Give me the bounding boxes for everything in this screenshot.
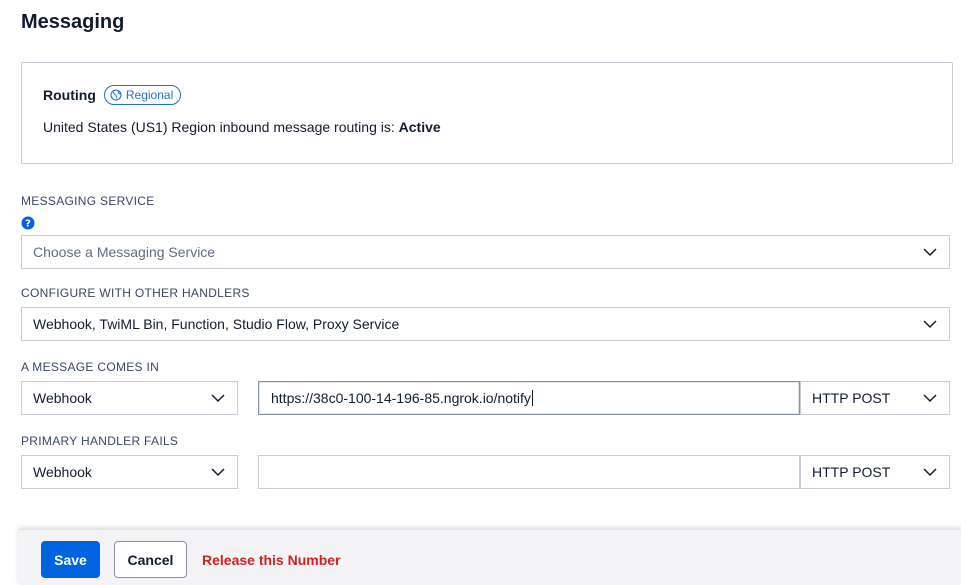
primary-handler-fails-label: PRIMARY HANDLER FAILS xyxy=(21,434,179,448)
release-number-link[interactable]: Release this Number xyxy=(202,552,341,568)
configure-handlers-value: Webhook, TwiML Bin, Function, Studio Flo… xyxy=(33,316,400,332)
routing-status-value: Active xyxy=(398,119,441,135)
message-comes-in-type-value: Webhook xyxy=(33,390,92,406)
messaging-service-select[interactable]: Choose a Messaging Service xyxy=(21,235,950,269)
message-comes-in-url-value: https://38c0-100-14-196-85.ngrok.io/noti… xyxy=(271,390,531,406)
text-cursor xyxy=(531,390,533,406)
svg-text:?: ? xyxy=(25,219,31,230)
message-comes-in-type-select[interactable]: Webhook xyxy=(21,381,238,415)
message-comes-in-method-select[interactable]: HTTP POST xyxy=(800,381,950,415)
configure-handlers-select[interactable]: Webhook, TwiML Bin, Function, Studio Flo… xyxy=(21,307,950,341)
action-footer: Save Cancel Release this Number xyxy=(18,529,961,585)
routing-status: United States (US1) Region inbound messa… xyxy=(43,119,441,135)
routing-label: Routing xyxy=(43,87,96,103)
chevron-down-icon xyxy=(211,468,225,477)
regional-badge-label: Regional xyxy=(125,88,174,102)
messaging-service-value: Choose a Messaging Service xyxy=(33,244,216,260)
messaging-service-label: MESSAGING SERVICE xyxy=(21,194,155,208)
routing-card: Routing Regional United States (US1) Reg… xyxy=(21,62,953,164)
chevron-down-icon xyxy=(923,320,937,329)
chevron-down-icon xyxy=(211,394,225,403)
save-button[interactable]: Save xyxy=(41,541,100,578)
chevron-down-icon xyxy=(923,394,937,403)
primary-fails-url-input[interactable] xyxy=(258,455,800,489)
page-title: Messaging xyxy=(21,11,125,33)
configure-handlers-label: CONFIGURE WITH OTHER HANDLERS xyxy=(21,286,250,300)
primary-fails-type-select[interactable]: Webhook xyxy=(21,455,238,489)
regional-badge: Regional xyxy=(103,85,182,105)
chevron-down-icon xyxy=(923,248,937,257)
routing-status-text: United States (US1) Region inbound messa… xyxy=(43,119,399,135)
globe-icon xyxy=(110,89,122,101)
primary-fails-method-select[interactable]: HTTP POST xyxy=(800,455,950,489)
help-icon[interactable]: ? xyxy=(21,216,35,230)
message-comes-in-url-input[interactable]: https://38c0-100-14-196-85.ngrok.io/noti… xyxy=(258,381,800,415)
primary-fails-type-value: Webhook xyxy=(33,464,92,480)
routing-header: Routing Regional xyxy=(43,85,182,105)
cancel-button[interactable]: Cancel xyxy=(114,541,187,578)
message-comes-in-label: A MESSAGE COMES IN xyxy=(21,360,160,374)
chevron-down-icon xyxy=(923,468,937,477)
